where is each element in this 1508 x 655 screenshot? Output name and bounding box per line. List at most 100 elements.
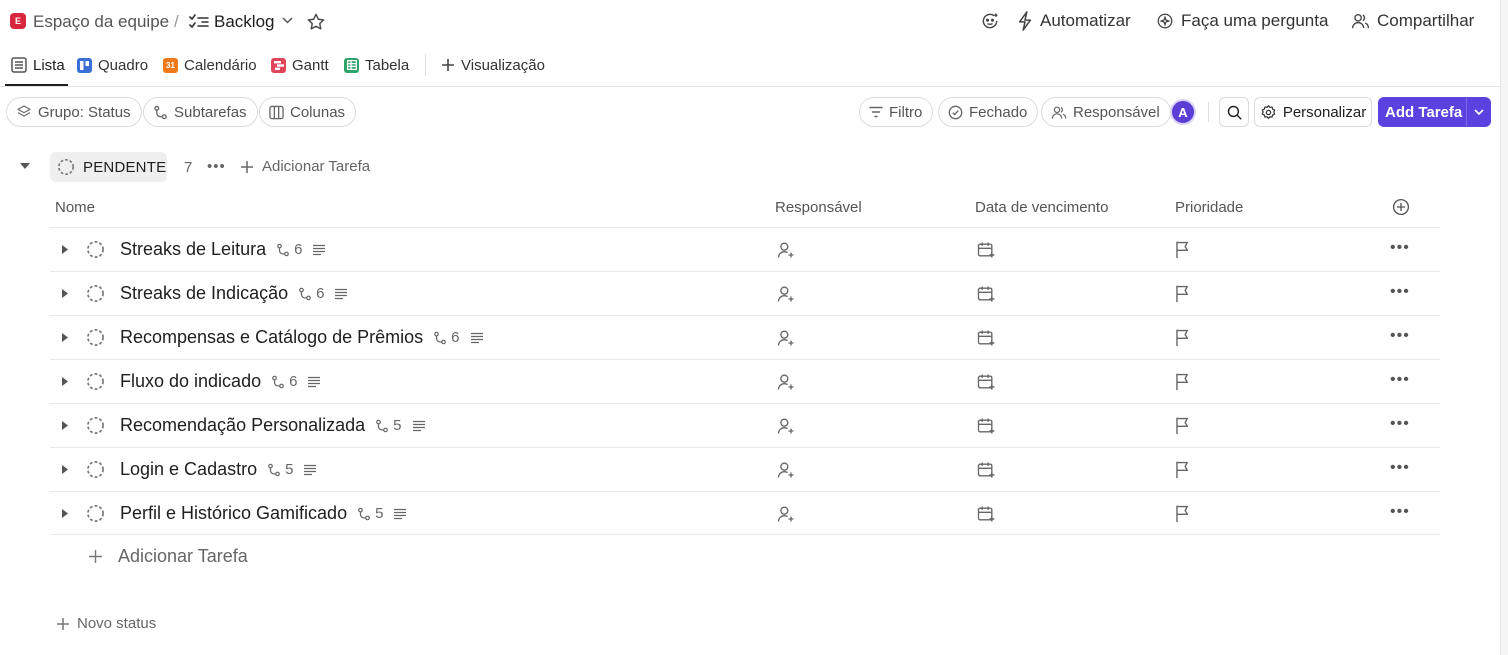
breadcrumb-space[interactable]: Espaço da equipe [33,12,169,32]
tab-gantt[interactable]: Gantt [271,55,329,75]
breadcrumb-current[interactable]: Backlog [214,12,274,32]
closed-toggle[interactable]: Fechado [938,97,1039,127]
task-name[interactable]: Recomendação Personalizada [120,415,365,436]
row-more-icon[interactable]: ••• [1390,503,1410,521]
table-row[interactable]: Perfil e Histórico Gamificado 5 ••• [50,491,1440,535]
task-name[interactable]: Streaks de Indicação [120,283,288,304]
table-row[interactable]: Fluxo do indicado 6 ••• [50,359,1440,403]
status-chip[interactable]: PENDENTE [50,152,167,182]
collapse-group-icon[interactable] [19,162,31,170]
subtask-count[interactable]: 5 [357,505,383,522]
add-assignee-icon[interactable] [776,416,796,436]
priority-flag-icon[interactable] [1174,240,1192,259]
star-icon[interactable] [306,12,326,32]
add-assignee-icon[interactable] [776,284,796,304]
subtask-count[interactable]: 6 [433,329,460,346]
status-dotted-circle-icon[interactable] [86,240,105,259]
row-more-icon[interactable]: ••• [1390,327,1410,345]
task-name[interactable]: Streaks de Leitura [120,239,266,260]
add-assignee-icon[interactable] [776,328,796,348]
agent-icon[interactable] [980,11,1000,31]
task-name[interactable]: Fluxo do indicado [120,371,261,392]
subtask-count[interactable]: 5 [267,461,293,478]
add-view-button[interactable]: Visualização [441,55,545,75]
status-dotted-circle-icon[interactable] [86,284,105,303]
add-due-date-icon[interactable] [976,460,996,480]
priority-flag-icon[interactable] [1174,372,1192,391]
user-avatar[interactable]: A [1170,99,1196,125]
subtask-count[interactable]: 5 [375,417,402,434]
group-add-task-button[interactable]: Adicionar Tarefa [240,158,370,175]
column-header-due-date[interactable]: Data de vencimento [975,199,1108,216]
priority-flag-icon[interactable] [1174,416,1192,435]
subtasks-button[interactable]: Subtarefas [143,97,258,127]
row-more-icon[interactable]: ••• [1390,371,1410,389]
add-assignee-icon[interactable] [776,372,796,392]
vertical-scrollbar[interactable] [1500,0,1508,655]
priority-flag-icon[interactable] [1174,504,1192,523]
chevron-down-icon[interactable] [1467,109,1491,115]
expand-row-icon[interactable] [61,288,69,299]
add-column-icon[interactable] [1392,198,1410,216]
new-status-button[interactable]: Novo status [56,615,156,632]
add-task-button[interactable]: Add Tarefa [1378,97,1491,127]
add-due-date-icon[interactable] [976,372,996,392]
status-dotted-circle-icon[interactable] [86,372,105,391]
column-header-name[interactable]: Nome [55,199,95,216]
subtask-count[interactable]: 6 [276,241,302,258]
add-assignee-icon[interactable] [776,460,796,480]
row-more-icon[interactable]: ••• [1390,415,1410,433]
task-name[interactable]: Recompensas e Catálogo de Prêmios [120,327,423,348]
task-name[interactable]: Perfil e Histórico Gamificado [120,503,347,524]
search-button[interactable] [1219,97,1249,127]
tab-list[interactable]: Lista [11,55,65,75]
automate-button[interactable]: Automatizar [1017,11,1131,31]
add-due-date-icon[interactable] [976,240,996,260]
row-more-icon[interactable]: ••• [1390,239,1410,257]
status-dotted-circle-icon[interactable] [86,504,105,523]
expand-row-icon[interactable] [61,464,69,475]
share-button[interactable]: Compartilhar [1351,11,1474,31]
subtask-count[interactable]: 6 [298,285,324,302]
expand-row-icon[interactable] [61,508,69,519]
expand-row-icon[interactable] [61,332,69,343]
table-row[interactable]: Recompensas e Catálogo de Prêmios 6 ••• [50,315,1440,359]
table-row[interactable]: Streaks de Leitura 6 ••• [50,227,1440,271]
add-assignee-icon[interactable] [776,504,796,524]
expand-row-icon[interactable] [61,244,69,255]
tab-board[interactable]: Quadro [77,55,148,75]
filter-button[interactable]: Filtro [859,97,934,127]
tab-table[interactable]: Tabela [344,55,409,75]
priority-flag-icon[interactable] [1174,284,1192,303]
expand-row-icon[interactable] [61,420,69,431]
task-name[interactable]: Login e Cadastro [120,459,257,480]
workspace-badge[interactable]: E [10,13,26,29]
add-task-row-button[interactable]: Adicionar Tarefa [88,546,248,567]
status-dotted-circle-icon[interactable] [86,328,105,347]
columns-button[interactable]: Colunas [259,97,357,127]
status-dotted-circle-icon[interactable] [86,416,105,435]
assignee-filter-button[interactable]: Responsável [1041,97,1171,127]
add-due-date-icon[interactable] [976,328,996,348]
tab-calendar[interactable]: 31 Calendário [163,55,257,75]
priority-flag-icon[interactable] [1174,328,1192,347]
add-due-date-icon[interactable] [976,504,996,524]
chevron-down-icon[interactable] [282,17,293,24]
table-row[interactable]: Login e Cadastro 5 ••• [50,447,1440,491]
priority-flag-icon[interactable] [1174,460,1192,479]
expand-row-icon[interactable] [61,376,69,387]
ask-button[interactable]: Faça uma pergunta [1156,11,1328,31]
table-row[interactable]: Streaks de Indicação 6 ••• [50,271,1440,315]
add-due-date-icon[interactable] [976,284,996,304]
status-dotted-circle-icon[interactable] [86,460,105,479]
table-row[interactable]: Recomendação Personalizada 5 ••• [50,403,1440,447]
row-more-icon[interactable]: ••• [1390,459,1410,477]
column-header-assignee[interactable]: Responsável [775,199,862,216]
add-due-date-icon[interactable] [976,416,996,436]
row-more-icon[interactable]: ••• [1390,283,1410,301]
add-assignee-icon[interactable] [776,240,796,260]
group-more-icon[interactable]: ••• [207,158,226,175]
customize-button[interactable]: Personalizar [1254,97,1372,127]
subtask-count[interactable]: 6 [271,373,297,390]
group-by-button[interactable]: Grupo: Status [6,97,142,127]
